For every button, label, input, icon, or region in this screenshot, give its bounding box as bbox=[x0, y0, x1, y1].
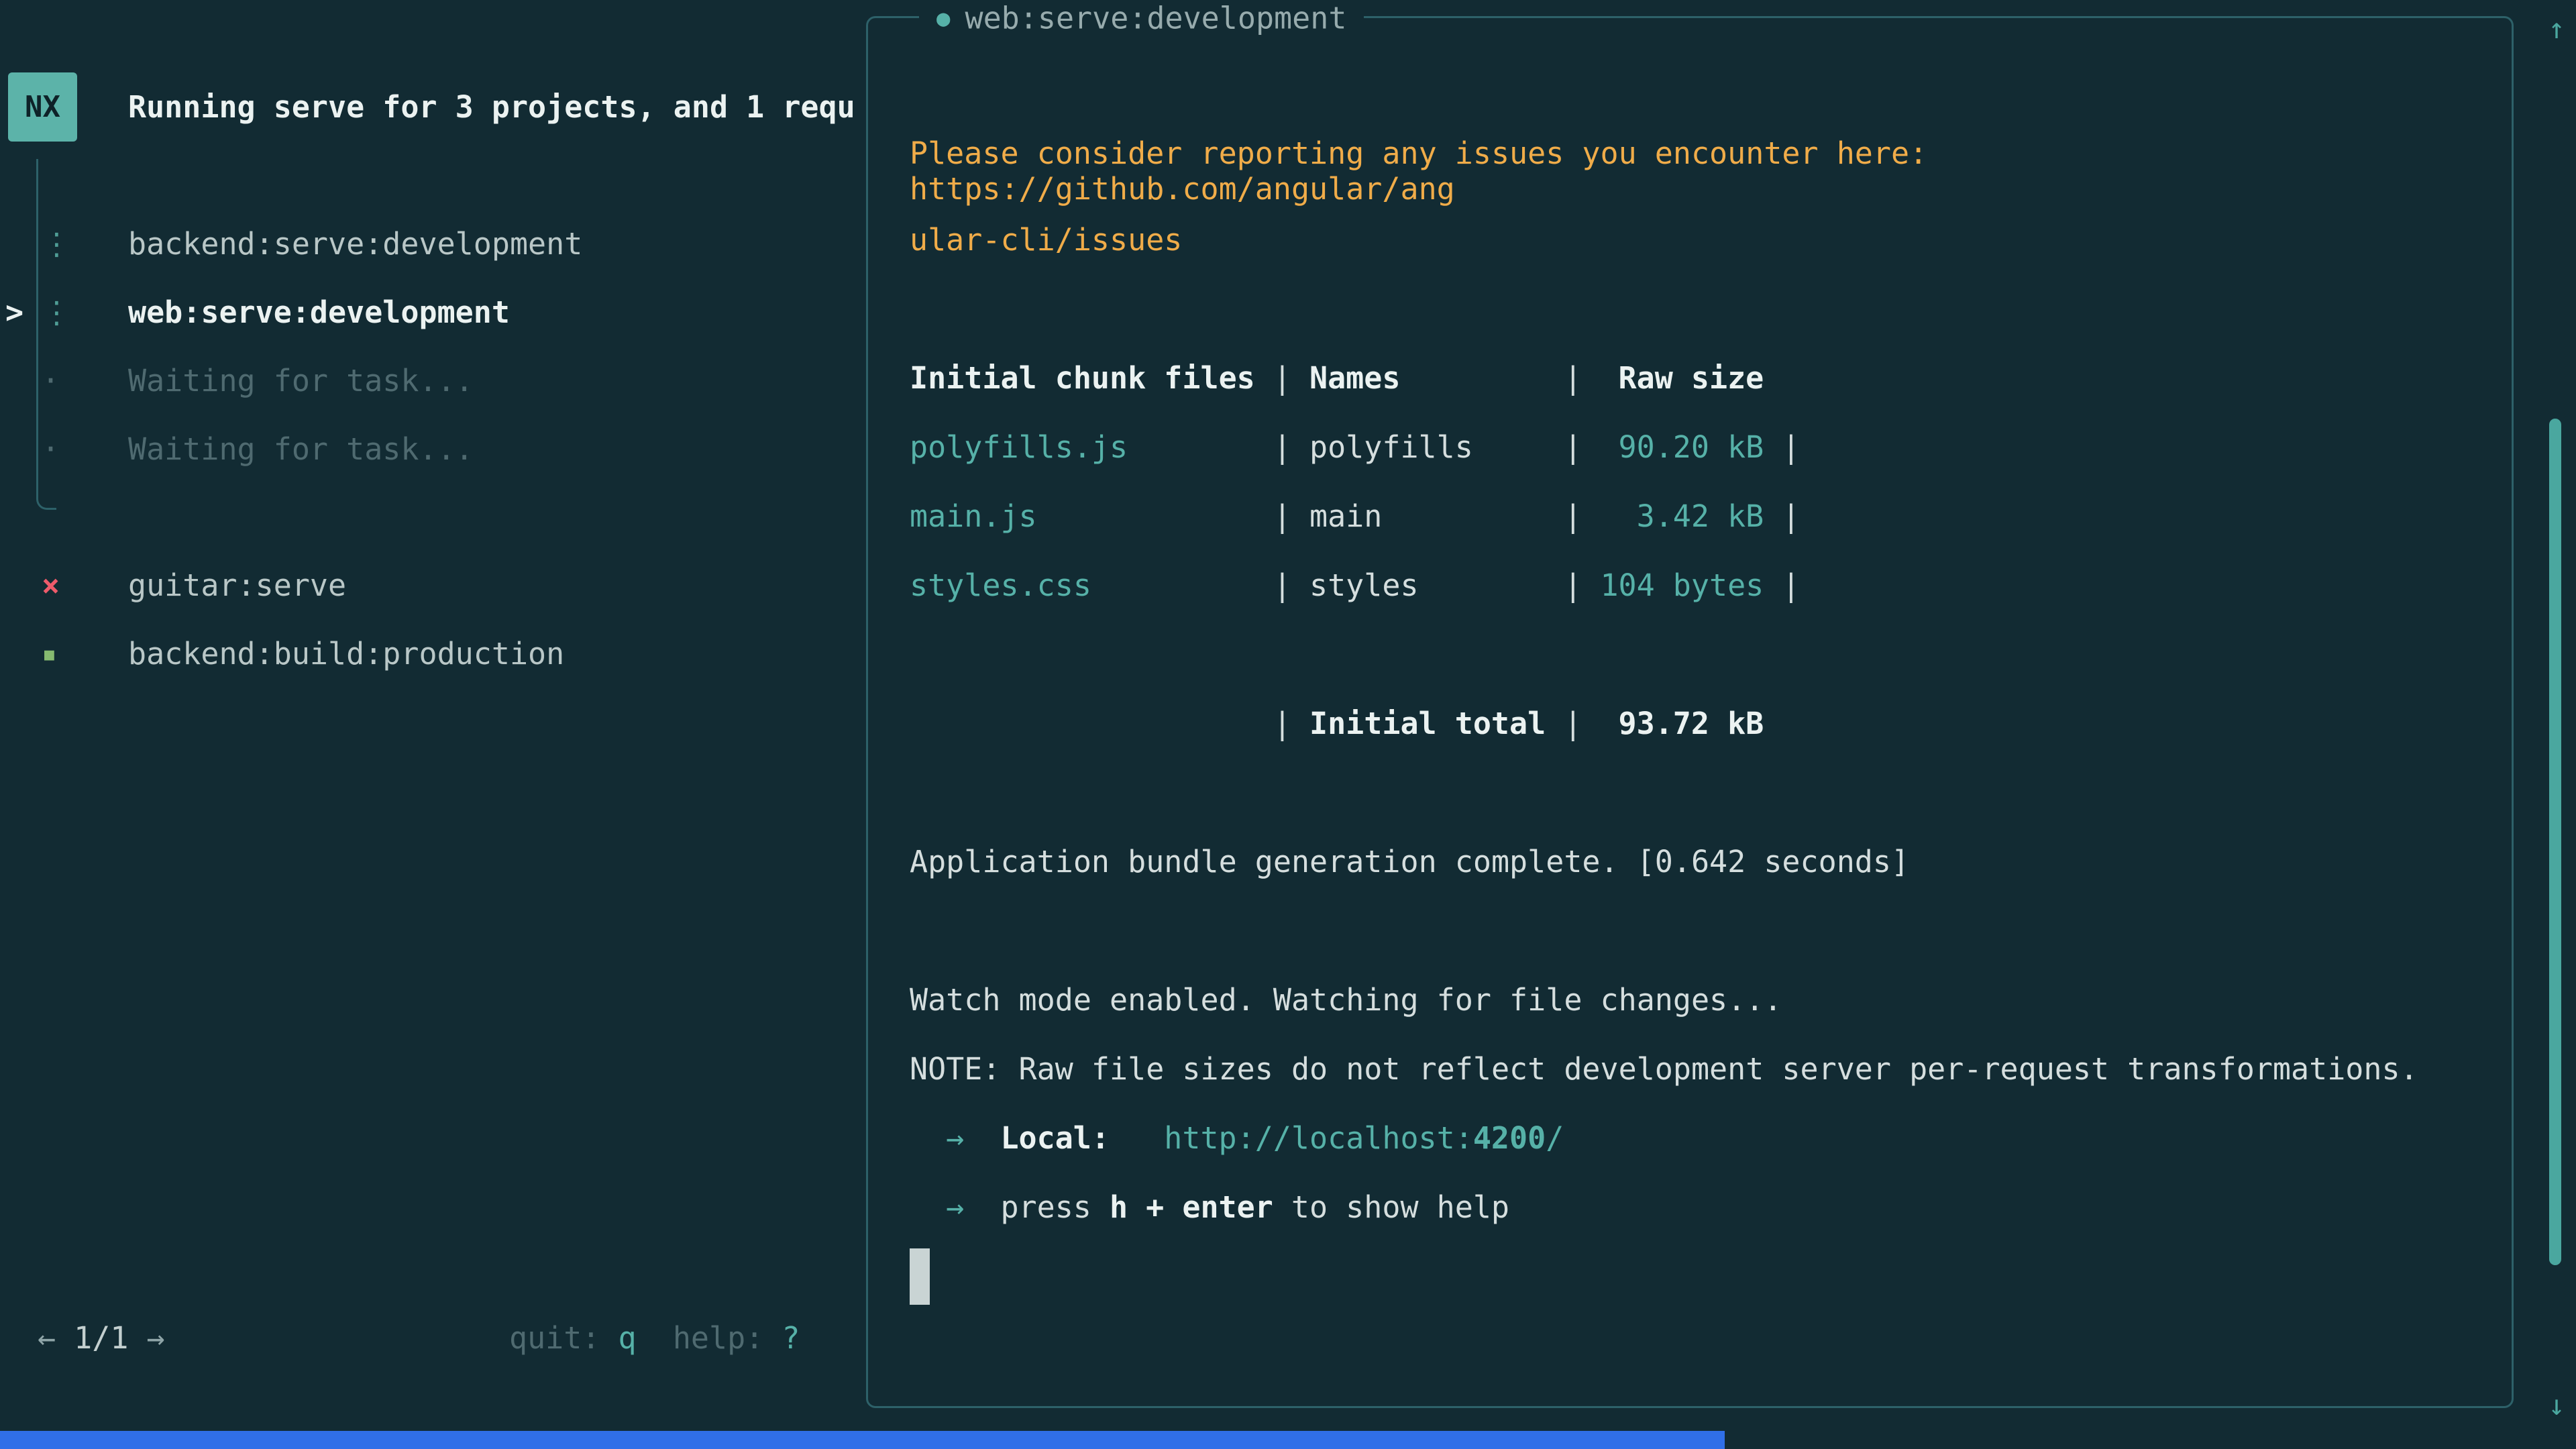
blank-line bbox=[910, 620, 2485, 689]
chunk-name: polyfills bbox=[1309, 429, 1546, 465]
task-label: Waiting for task... bbox=[128, 363, 474, 398]
page-indicator: 1/1 bbox=[74, 1320, 128, 1356]
arrow-icon: → bbox=[946, 1120, 964, 1156]
chunk-size: 3.42 kB bbox=[1600, 498, 1764, 534]
initial-total-row: | Initial total | 93.72 kB bbox=[910, 689, 2485, 758]
task-label: backend:build:production bbox=[128, 636, 564, 672]
pipe-glyph: | bbox=[1782, 429, 1800, 465]
failed-x-icon: × bbox=[42, 568, 128, 603]
scroll-up-icon[interactable]: ↑ bbox=[2540, 8, 2573, 48]
initial-total-label: Initial total bbox=[1309, 706, 1546, 741]
chunk-size: 104 bytes bbox=[1600, 568, 1764, 603]
pipe-glyph: | bbox=[1782, 568, 1800, 603]
spinner-icon: ⋮ bbox=[42, 226, 128, 262]
pipe-glyph: | bbox=[1273, 706, 1291, 741]
url-host: http://localhost: bbox=[1164, 1120, 1473, 1156]
task-row-web-serve[interactable]: ⋮ web:serve:development bbox=[0, 278, 582, 346]
left-panel-header: NX Running serve for 3 projects, and 1 r… bbox=[8, 72, 856, 142]
waiting-dot-icon: · bbox=[42, 431, 128, 467]
local-url-link[interactable]: http://localhost:4200/ bbox=[1164, 1120, 1564, 1156]
task-output-panel: ● web:serve:development Please consider … bbox=[866, 16, 2514, 1408]
issue-report-line-1: Please consider reporting any issues you… bbox=[910, 136, 2485, 205]
col-header-raw-size: Raw size bbox=[1600, 360, 1764, 396]
pipe-glyph: | bbox=[1564, 498, 1582, 534]
waiting-dot-icon: · bbox=[42, 363, 128, 398]
pagination: ← 1/1 → bbox=[38, 1303, 165, 1373]
scroll-down-icon[interactable]: ↓ bbox=[2540, 1385, 2573, 1425]
pipe-glyph: | bbox=[1273, 360, 1291, 396]
blank-line bbox=[910, 758, 2485, 827]
chunk-table-header: Initial chunk files | Names | Raw size bbox=[910, 343, 2485, 413]
bundle-complete-line: Application bundle generation complete. … bbox=[910, 827, 2485, 896]
run-summary-title: Running serve for 3 projects, and 1 requ bbox=[128, 89, 856, 125]
task-row-backend-serve[interactable]: ⋮ backend:serve:development bbox=[0, 209, 582, 278]
task-row-waiting-2[interactable]: · Waiting for task... bbox=[0, 415, 582, 483]
chunk-file: styles.css bbox=[910, 568, 1255, 603]
chunk-name: main bbox=[1309, 498, 1546, 534]
page-next-icon[interactable]: → bbox=[147, 1320, 165, 1356]
watch-mode-line: Watch mode enabled. Watching for file ch… bbox=[910, 965, 2485, 1034]
chunk-file: polyfills.js bbox=[910, 429, 1255, 465]
col-header-names: Names bbox=[1309, 360, 1546, 396]
help-key: ? bbox=[782, 1320, 800, 1356]
task-row-waiting-1[interactable]: · Waiting for task... bbox=[0, 346, 582, 415]
blank-line bbox=[910, 896, 2485, 965]
page-prev-icon[interactable]: ← bbox=[38, 1320, 56, 1356]
output-panel-title: ● web:serve:development bbox=[919, 1, 1364, 36]
task-label: guitar:serve bbox=[128, 568, 346, 603]
task-list-panel: NX Running serve for 3 projects, and 1 r… bbox=[0, 0, 866, 1449]
terminal-output: Please consider reporting any issues you… bbox=[868, 18, 2512, 1311]
chunk-file: main.js bbox=[910, 498, 1255, 534]
task-label: web:serve:development bbox=[128, 294, 510, 330]
running-task-list: ⋮ backend:serve:development ⋮ web:serve:… bbox=[0, 209, 582, 483]
pipe-glyph: | bbox=[1564, 360, 1582, 396]
finished-task-list: × guitar:serve ▪ backend:build:productio… bbox=[0, 551, 564, 688]
help-hint-label: help: bbox=[673, 1320, 763, 1356]
success-square-icon: ▪ bbox=[42, 639, 128, 668]
chunk-table-row: styles.css | styles | 104 bytes | bbox=[910, 551, 2485, 620]
scrollbar-thumb[interactable] bbox=[2549, 419, 2561, 1265]
running-dot-icon: ● bbox=[936, 5, 950, 32]
local-label: Local: bbox=[1000, 1120, 1110, 1156]
pipe-glyph: | bbox=[1564, 706, 1582, 741]
nx-logo: NX bbox=[8, 72, 77, 142]
terminal-cursor bbox=[910, 1248, 930, 1305]
output-panel-title-text: web:serve:development bbox=[965, 1, 1346, 36]
task-label: Waiting for task... bbox=[128, 431, 474, 467]
pipe-glyph: | bbox=[1273, 568, 1291, 603]
task-label: backend:serve:development bbox=[128, 226, 582, 262]
task-row-guitar-serve[interactable]: × guitar:serve bbox=[0, 551, 564, 619]
status-bar bbox=[0, 1431, 1725, 1449]
initial-total-size: 93.72 kB bbox=[1600, 706, 1764, 741]
pipe-glyph: | bbox=[1564, 568, 1582, 603]
cursor-line bbox=[910, 1242, 2485, 1311]
quit-hint-label: quit: bbox=[509, 1320, 600, 1356]
help-hint-line: → press h + enter to show help bbox=[910, 1173, 2485, 1242]
arrow-icon: → bbox=[946, 1189, 964, 1225]
spinner-icon: ⋮ bbox=[42, 294, 128, 330]
help-suffix: to show help bbox=[1291, 1189, 1509, 1225]
url-port: 4200 bbox=[1473, 1120, 1546, 1156]
pipe-glyph: | bbox=[1273, 429, 1291, 465]
blank-line bbox=[910, 274, 2485, 343]
chunk-table-row: polyfills.js | polyfills | 90.20 kB | bbox=[910, 413, 2485, 482]
col-header-files: Initial chunk files bbox=[910, 360, 1255, 396]
url-tail: / bbox=[1546, 1120, 1564, 1156]
issue-report-line-2: ular-cli/issues bbox=[910, 205, 2485, 274]
chunk-table-row: main.js | main | 3.42 kB | bbox=[910, 482, 2485, 551]
pipe-glyph: | bbox=[1273, 498, 1291, 534]
local-url-line: → Local: http://localhost:4200/ bbox=[910, 1104, 2485, 1173]
task-row-backend-build[interactable]: ▪ backend:build:production bbox=[0, 619, 564, 688]
chunk-name: styles bbox=[1309, 568, 1546, 603]
chunk-size: 90.20 kB bbox=[1600, 429, 1764, 465]
quit-key: q bbox=[619, 1320, 637, 1356]
pipe-glyph: | bbox=[1782, 498, 1800, 534]
keyboard-hints: quit: q help: ? bbox=[509, 1303, 800, 1373]
note-line: NOTE: Raw file sizes do not reflect deve… bbox=[910, 1034, 2485, 1104]
help-prefix: press bbox=[1000, 1189, 1091, 1225]
pipe-glyph: | bbox=[1564, 429, 1582, 465]
help-keys: h + enter bbox=[1110, 1189, 1273, 1225]
